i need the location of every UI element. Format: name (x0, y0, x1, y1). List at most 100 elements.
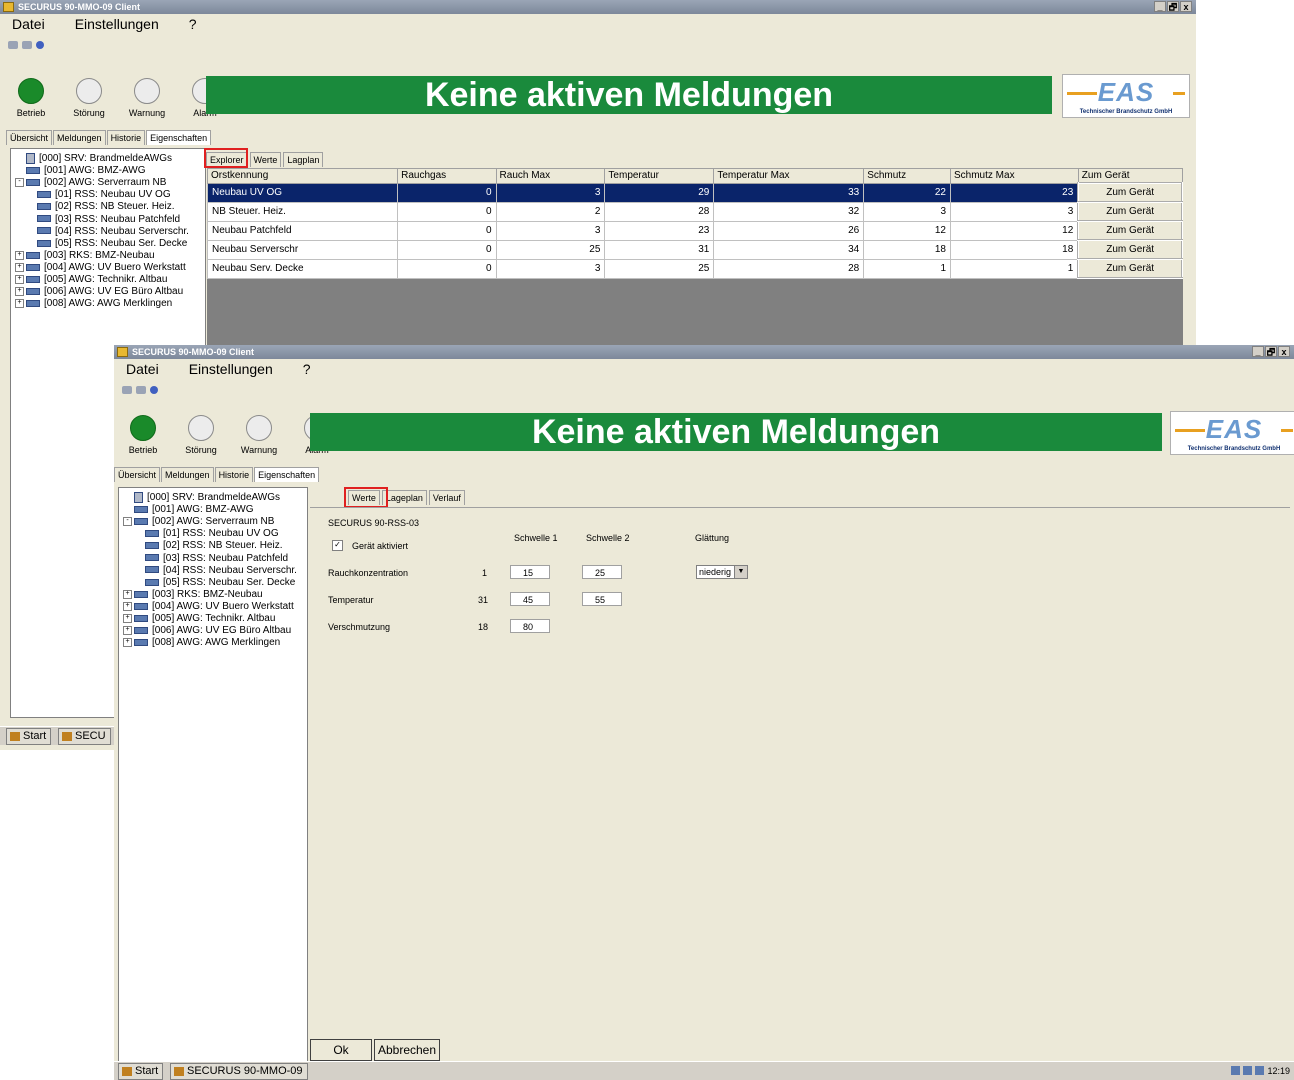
close-button[interactable]: x (1278, 346, 1290, 357)
contamination-threshold1-input[interactable]: 80 (510, 619, 550, 633)
tree-node[interactable]: + [005] AWG: Technikr. Altbau (15, 274, 167, 286)
expand-icon[interactable]: + (123, 601, 132, 611)
tree-node[interactable]: + [008] AWG: AWG Merklingen (123, 637, 280, 649)
tree-node[interactable]: [03] RSS: Neubau Patchfeld (145, 553, 288, 565)
tree-node[interactable]: [05] RSS: Neubau Ser. Decke (37, 238, 187, 250)
tree-node[interactable]: [000] SRV: BrandmeldeAWGs (15, 153, 172, 165)
column-header[interactable]: Temperatur Max (713, 168, 865, 184)
expand-icon[interactable]: - (123, 517, 132, 527)
menu-help[interactable]: ? (189, 16, 197, 32)
tab-meldungen[interactable]: Meldungen (161, 467, 214, 482)
tree-node[interactable]: [001] AWG: BMZ-AWG (123, 504, 254, 516)
goto-device-button[interactable]: Zum Gerät (1077, 220, 1183, 241)
tab-lageplan[interactable]: Lageplan (381, 490, 427, 505)
view-icon[interactable] (136, 386, 146, 394)
table-row[interactable]: Neubau UV OG 0 3 29 33 22 23 Zum Gerät (206, 182, 1183, 203)
close-button[interactable]: x (1180, 1, 1192, 12)
expand-icon[interactable]: + (15, 262, 24, 272)
taskbar-app-button[interactable]: SECU (58, 728, 111, 745)
tab-lagplan[interactable]: Lagplan (283, 152, 324, 167)
tree-node[interactable]: - [002] AWG: Serverraum NB (15, 177, 166, 189)
expand-icon[interactable]: + (15, 299, 24, 309)
menu-help[interactable]: ? (303, 361, 311, 377)
expand-icon[interactable]: + (123, 589, 132, 599)
tab-eigenschaften[interactable]: Eigenschaften (146, 130, 212, 145)
maximize-button[interactable]: 🗗 (1167, 1, 1179, 12)
ok-button[interactable]: Ok (310, 1039, 372, 1061)
print-icon[interactable] (122, 386, 132, 394)
info-icon[interactable] (36, 41, 44, 49)
goto-device-button[interactable]: Zum Gerät (1077, 239, 1183, 260)
tab-historie[interactable]: Historie (106, 130, 146, 145)
chevron-down-icon[interactable]: ▼ (734, 566, 747, 578)
maximize-button[interactable]: 🗗 (1265, 346, 1277, 357)
tree-node[interactable]: [04] RSS: Neubau Serverschr. (145, 565, 297, 577)
tree-node[interactable]: [04] RSS: Neubau Serverschr. (37, 226, 189, 238)
expand-icon[interactable]: + (123, 625, 132, 635)
tab-meldungen[interactable]: Meldungen (53, 130, 106, 145)
title-bar[interactable]: SECURUS 90-MMO-09 Client _ 🗗 x (0, 0, 1196, 14)
table-row[interactable]: Neubau Patchfeld 0 3 23 26 12 12 Zum Gerät (206, 220, 1183, 241)
cancel-button[interactable]: Abbrechen (374, 1039, 440, 1061)
tree-node[interactable]: [01] RSS: Neubau UV OG (145, 528, 279, 540)
menu-einstellungen[interactable]: Einstellungen (189, 361, 273, 377)
expand-icon[interactable]: + (123, 638, 132, 648)
table-row[interactable]: Neubau Serverschr 0 25 31 34 18 18 Zum Gerät (206, 239, 1183, 260)
info-icon[interactable] (150, 386, 158, 394)
column-header[interactable]: Rauchgas (397, 168, 497, 184)
title-bar[interactable]: SECURUS 90-MMO-09 Client _ 🗗 x (114, 345, 1294, 359)
goto-device-button[interactable]: Zum Gerät (1077, 201, 1183, 222)
expand-icon[interactable]: + (15, 286, 24, 296)
column-header[interactable]: Rauch Max (495, 168, 606, 184)
tree-node[interactable]: [001] AWG: BMZ-AWG (15, 165, 146, 177)
tree-node[interactable]: + [005] AWG: Technikr. Altbau (123, 613, 275, 625)
tree-node[interactable]: [05] RSS: Neubau Ser. Decke (145, 577, 295, 589)
tray-icon[interactable] (1255, 1066, 1265, 1075)
view-icon[interactable] (22, 41, 32, 49)
tree-node[interactable]: + [004] AWG: UV Buero Werkstatt (15, 262, 186, 274)
tree-node[interactable]: [02] RSS: NB Steuer. Heiz. (37, 201, 175, 213)
goto-device-button[interactable]: Zum Gerät (1077, 182, 1183, 203)
tree-node[interactable]: [02] RSS: NB Steuer. Heiz. (145, 540, 283, 552)
tree-node[interactable]: [01] RSS: Neubau UV OG (37, 189, 171, 201)
tray-icon[interactable] (1243, 1066, 1253, 1075)
tab-uebersicht[interactable]: Übersicht (114, 467, 161, 482)
expand-icon[interactable]: + (15, 274, 24, 284)
device-enabled-checkbox[interactable]: ✓ (332, 540, 343, 551)
menu-datei[interactable]: Datei (126, 361, 159, 377)
temperature-threshold2-input[interactable]: 55 (582, 592, 622, 606)
goto-device-button[interactable]: Zum Gerät (1077, 258, 1183, 279)
tab-eigenschaften[interactable]: Eigenschaften (254, 467, 320, 482)
column-header[interactable]: Temperatur (604, 168, 715, 184)
tree-node[interactable]: + [008] AWG: AWG Merklingen (15, 298, 172, 310)
expand-icon[interactable]: + (123, 613, 132, 623)
print-icon[interactable] (8, 41, 18, 49)
tree-node[interactable]: + [006] AWG: UV EG Büro Altbau (15, 286, 183, 298)
column-header[interactable]: Orstkennung (206, 168, 399, 184)
minimize-button[interactable]: _ (1154, 1, 1166, 12)
tree-node[interactable]: + [003] RKS: BMZ-Neubau (123, 589, 263, 601)
tree-node[interactable]: + [006] AWG: UV EG Büro Altbau (123, 625, 291, 637)
start-button[interactable]: Start (118, 1063, 164, 1080)
column-header[interactable]: Schmutz (863, 168, 951, 184)
table-row[interactable]: NB Steuer. Heiz. 0 2 28 32 3 3 Zum Gerät (206, 201, 1183, 222)
tab-verlauf[interactable]: Verlauf (428, 490, 465, 505)
taskbar-app-button[interactable]: SECURUS 90-MMO-09 (170, 1063, 308, 1080)
expand-icon[interactable]: - (15, 178, 24, 188)
tab-uebersicht[interactable]: Übersicht (6, 130, 53, 145)
column-header[interactable]: Zum Gerät (1077, 168, 1183, 184)
tree-node[interactable]: [000] SRV: BrandmeldeAWGs (123, 492, 280, 504)
tree-node[interactable]: + [003] RKS: BMZ-Neubau (15, 250, 155, 262)
smoke-threshold1-input[interactable]: 15 (510, 565, 550, 579)
tree-node[interactable]: + [004] AWG: UV Buero Werkstatt (123, 601, 294, 613)
smoothing-select[interactable]: niederig ▼ (696, 565, 748, 579)
device-tree[interactable]: [000] SRV: BrandmeldeAWGs [001] AWG: BMZ-… (118, 487, 308, 1062)
tab-werte[interactable]: Werte (249, 152, 282, 167)
expand-icon[interactable]: + (15, 250, 24, 260)
minimize-button[interactable]: _ (1252, 346, 1264, 357)
temperature-threshold1-input[interactable]: 45 (510, 592, 550, 606)
tab-historie[interactable]: Historie (214, 467, 254, 482)
tree-node[interactable]: [03] RSS: Neubau Patchfeld (37, 214, 180, 226)
start-button[interactable]: Start (6, 728, 52, 745)
table-row[interactable]: Neubau Serv. Decke 0 3 25 28 1 1 Zum Gerät (206, 258, 1183, 279)
